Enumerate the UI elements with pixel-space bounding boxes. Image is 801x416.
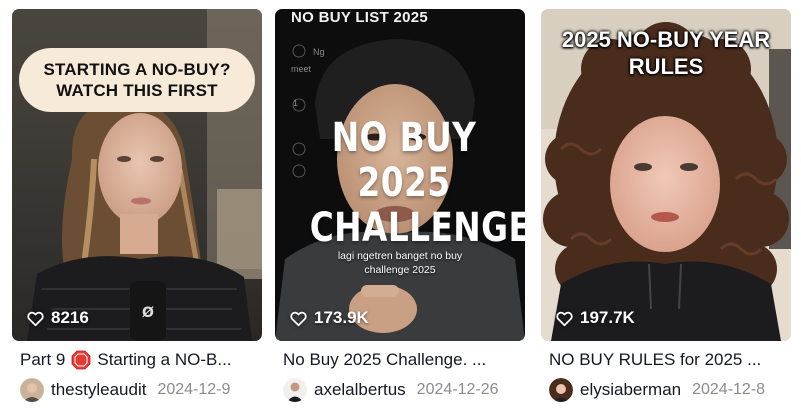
author-row[interactable]: axelalbertus 2024-12-26 [283,377,499,403]
video-thumbnail[interactable]: 2025 NO-BUY YEAR RULES 197.7K [541,9,791,341]
like-count-value: 8216 [51,308,89,327]
like-count-value: 173.9K [314,308,369,327]
author-username[interactable]: axelalbertus [314,380,406,400]
post-date: 2024-12-9 [157,381,231,398]
overlay-text: STARTING A NO-BUY? WATCH THIS FIRST [43,60,231,100]
overlay-pill: STARTING A NO-BUY? WATCH THIS FIRST [19,48,255,112]
avatar[interactable] [283,378,307,402]
video-title[interactable]: Part 9 Starting a NO-B... [20,349,260,371]
svg-text:Ng: Ng [313,47,325,57]
video-title-text: Starting a NO-B... [97,350,232,369]
author-row[interactable]: thestyleaudit 2024-12-9 [20,377,230,403]
video-card[interactable]: Ng meet 1 NO BUY LIST 2025 NO BUY 2025 C… [275,0,525,416]
author-username[interactable]: elysiaberman [580,380,681,400]
video-thumbnail[interactable]: Ø STARTING A NO-BUY? WATCH THIS FIRST 82… [12,9,262,341]
heart-outline-icon [27,311,44,326]
svg-text:meet: meet [291,64,312,74]
video-title-text: No Buy 2025 Challenge. ... [283,350,487,369]
stop-sign-icon [71,350,91,370]
author-username[interactable]: thestyleaudit [51,380,146,400]
svg-text:1: 1 [293,98,298,108]
heart-outline-icon [556,311,573,326]
video-title-text: NO BUY RULES for 2025 ... [549,350,762,369]
like-count-value: 197.7K [580,308,635,327]
overlay-text: 2025 NO-BUY YEAR RULES [561,27,771,79]
video-title-prefix: Part 9 [20,350,66,369]
video-card[interactable]: 2025 NO-BUY YEAR RULES 197.7K NO BUY RUL… [541,0,791,416]
author-row[interactable]: elysiaberman 2024-12-8 [549,377,765,403]
avatar[interactable] [549,378,573,402]
svg-text:Ø: Ø [142,305,154,321]
post-date: 2024-12-8 [692,381,766,398]
video-title[interactable]: NO BUY RULES for 2025 ... [549,349,789,371]
video-title[interactable]: No Buy 2025 Challenge. ... [283,349,523,371]
overlay-heading: NO BUY LIST 2025 [291,9,429,26]
like-count: 173.9K [289,308,369,328]
video-card[interactable]: Ø STARTING A NO-BUY? WATCH THIS FIRST 82… [12,0,262,416]
overlay-text: NO BUY 2025 CHALLENGE [309,115,525,251]
like-count: 8216 [26,308,89,328]
heart-outline-icon [290,311,307,326]
overlay-caption: lagi ngetren banget no buy challenge 202… [337,250,463,276]
post-date: 2024-12-26 [416,381,499,398]
video-thumbnail[interactable]: Ng meet 1 NO BUY LIST 2025 NO BUY 2025 C… [275,9,525,341]
avatar[interactable] [20,378,44,402]
like-count: 197.7K [555,308,635,328]
